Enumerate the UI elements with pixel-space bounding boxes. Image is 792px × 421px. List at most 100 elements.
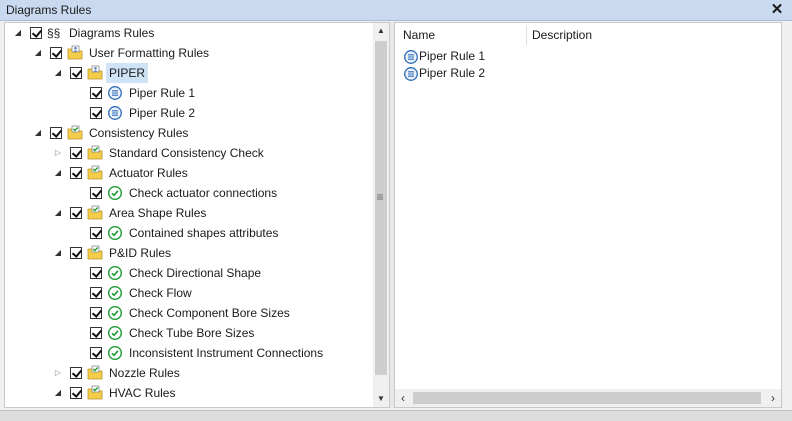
check-circle-icon [107, 225, 123, 241]
tree-item-checkbox[interactable] [70, 67, 82, 79]
column-header-name[interactable]: Name [403, 23, 435, 47]
tree-item[interactable]: Piper Rule 2 [5, 103, 371, 123]
collapse-icon[interactable]: ◢ [53, 63, 63, 83]
check-circle-icon [107, 325, 123, 341]
list-rule-icon [107, 85, 123, 101]
tree-item-label: HVAC Rules [109, 386, 176, 400]
collapse-icon[interactable]: ◢ [53, 383, 63, 403]
folder-check-icon [87, 385, 103, 401]
check-circle-icon [107, 305, 123, 321]
tree-item-checkbox[interactable] [90, 327, 102, 339]
details-horizontal-scrollbar[interactable]: ‹ › [395, 389, 781, 407]
tree-item-checkbox[interactable] [90, 287, 102, 299]
folder-user-icon [67, 45, 83, 61]
scroll-down-icon[interactable]: ▼ [373, 391, 389, 407]
tree-item[interactable]: ◢ §§ Diagrams Rules [5, 23, 371, 43]
tree-item-checkbox[interactable] [70, 247, 82, 259]
tree-item[interactable]: ▷ Standard Consistency Check [5, 143, 371, 163]
tree-item[interactable]: ◢ HVAC Rules [5, 383, 371, 403]
folder-check-icon [87, 245, 103, 261]
section-icon: §§ [47, 26, 61, 40]
check-circle-icon [107, 345, 123, 361]
folder-check-icon [87, 365, 103, 381]
tree-item-checkbox[interactable] [90, 107, 102, 119]
tree-item-checkbox[interactable] [70, 207, 82, 219]
tree-item-label: Piper Rule 1 [129, 86, 196, 100]
tree-item[interactable]: Piper Rule 1 [5, 83, 371, 103]
tree-item-checkbox[interactable] [70, 367, 82, 379]
tree-item-label: Check actuator connections [129, 186, 278, 200]
scroll-right-icon[interactable]: › [765, 389, 781, 407]
tree-item-label: Diagrams Rules [69, 26, 155, 40]
tree-item-checkbox[interactable] [90, 187, 102, 199]
tree-item-checkbox[interactable] [50, 127, 62, 139]
list-rule-icon [403, 66, 419, 82]
tree-item-label: Contained shapes attributes [129, 226, 279, 240]
window-title: Diagrams Rules [6, 3, 92, 17]
tree-item[interactable]: ◢ Actuator Rules [5, 163, 371, 183]
expand-icon[interactable]: ▷ [53, 143, 63, 163]
folder-check-icon [87, 165, 103, 181]
tree-item-checkbox[interactable] [90, 307, 102, 319]
collapse-icon[interactable]: ◢ [33, 123, 43, 143]
tree-item[interactable]: Check Flow [5, 283, 371, 303]
tree-item[interactable]: Check actuator connections [5, 183, 371, 203]
tree-item-label: Actuator Rules [109, 166, 188, 180]
column-divider[interactable] [526, 25, 527, 45]
folder-check-icon [87, 205, 103, 221]
tree-item[interactable]: Inconsistent Instrument Connections [5, 343, 371, 363]
tree-item-label: User Formatting Rules [89, 46, 210, 60]
tree-item[interactable]: Contained shapes attributes [5, 223, 371, 243]
rule-details-pane[interactable]: Name Description Piper Rule 1 Piper Rule… [394, 22, 782, 408]
check-circle-icon [107, 265, 123, 281]
tree-item-label: PIPER [106, 63, 149, 83]
tree-item[interactable]: ◢ Area Shape Rules [5, 203, 371, 223]
collapse-icon[interactable]: ◢ [53, 203, 63, 223]
scroll-left-icon[interactable]: ‹ [395, 389, 411, 407]
scroll-up-icon[interactable]: ▲ [373, 23, 389, 39]
tree-item[interactable]: Check Component Bore Sizes [5, 303, 371, 323]
tree-item-label: Consistency Rules [89, 126, 189, 140]
collapse-icon[interactable]: ◢ [13, 23, 23, 43]
tree-item-checkbox[interactable] [90, 267, 102, 279]
tree-item-checkbox[interactable] [90, 227, 102, 239]
expand-icon[interactable]: ▷ [53, 363, 63, 383]
tree-item-checkbox[interactable] [70, 147, 82, 159]
folder-check-icon [87, 145, 103, 161]
title-bar: Diagrams Rules ✕ [0, 0, 792, 21]
check-circle-icon [107, 185, 123, 201]
tree-item[interactable]: Check Directional Shape [5, 263, 371, 283]
tree-item-label: Piper Rule 2 [129, 106, 196, 120]
check-circle-icon [107, 285, 123, 301]
tree-item-checkbox[interactable] [70, 167, 82, 179]
tree-item-label: P&ID Rules [109, 246, 172, 260]
collapse-icon[interactable]: ◢ [53, 163, 63, 183]
close-icon[interactable]: ✕ [770, 1, 784, 19]
tree-item[interactable]: ◢ Consistency Rules [5, 123, 371, 143]
collapse-icon[interactable]: ◢ [33, 43, 43, 63]
column-header-description[interactable]: Description [532, 23, 592, 47]
tree-item[interactable]: ◢ P&ID Rules [5, 243, 371, 263]
tree-vertical-scrollbar[interactable]: ▲ ▼ [373, 23, 389, 407]
scrollbar-thumb[interactable] [413, 392, 761, 404]
folder-user-icon [87, 65, 103, 81]
tree-item-label: Standard Consistency Check [109, 146, 264, 160]
tree-item-checkbox[interactable] [50, 47, 62, 59]
tree-item[interactable]: ◢ User Formatting Rules [5, 43, 371, 63]
tree-item-label: Inconsistent Instrument Connections [129, 346, 324, 360]
list-rule-icon [107, 105, 123, 121]
scrollbar-thumb[interactable] [375, 41, 387, 375]
tree-item-checkbox[interactable] [90, 347, 102, 359]
tree-item[interactable]: Check Tube Bore Sizes [5, 323, 371, 343]
rule-name: Piper Rule 2 [419, 66, 486, 80]
tree-item-checkbox[interactable] [90, 87, 102, 99]
tree-item[interactable]: ▷ Nozzle Rules [5, 363, 371, 383]
tree-item-label: Check Flow [129, 286, 192, 300]
collapse-icon[interactable]: ◢ [53, 243, 63, 263]
folder-check-icon [67, 125, 83, 141]
tree-item-checkbox[interactable] [30, 27, 42, 39]
splitter-grip-icon[interactable]: ≡ [373, 190, 387, 204]
rules-tree-pane[interactable]: ◢ §§ Diagrams Rules ◢ User Formatting Rules… [4, 22, 390, 408]
tree-item-checkbox[interactable] [70, 387, 82, 399]
tree-item[interactable]: ◢ PIPER [5, 63, 371, 83]
